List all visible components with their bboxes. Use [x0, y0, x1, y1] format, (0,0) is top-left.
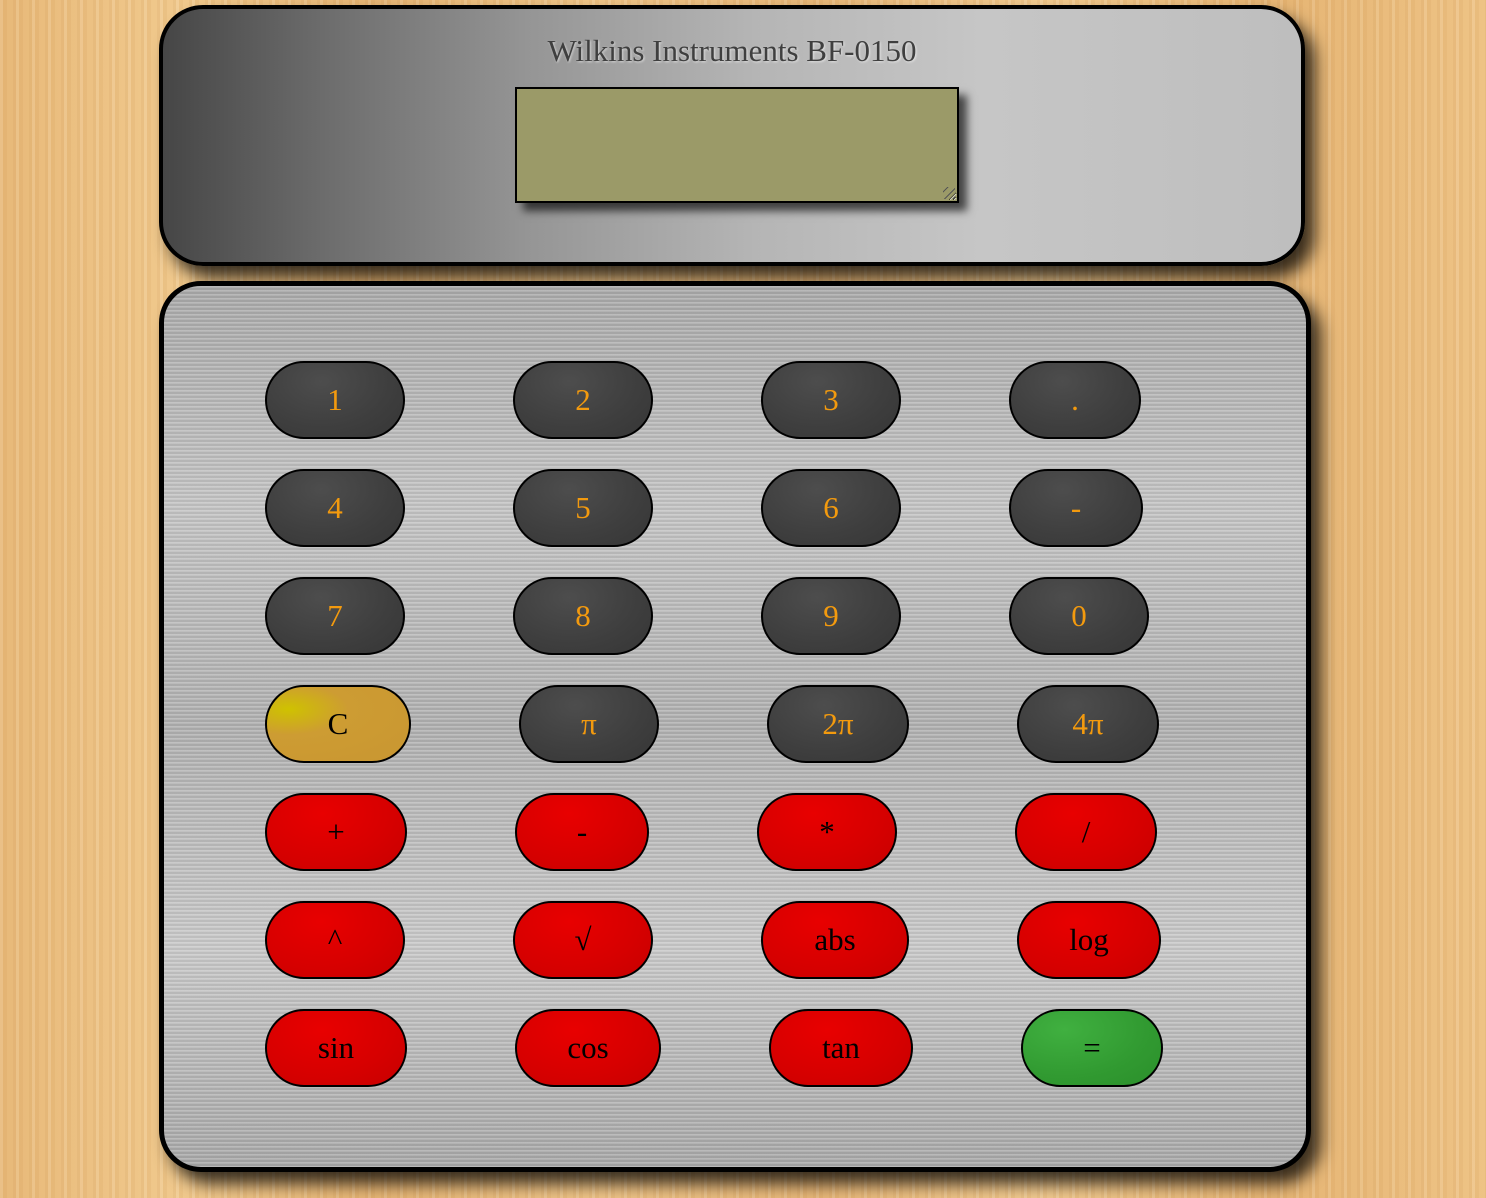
abs-button[interactable]: abs — [761, 901, 909, 979]
keypad-panel: 1 2 3 . 4 5 6 - 7 8 9 0 C π 2π 4π + - * … — [159, 281, 1311, 1172]
key-4pi[interactable]: 4π — [1017, 685, 1159, 763]
key-6[interactable]: 6 — [761, 469, 901, 547]
clear-button[interactable]: C — [265, 685, 411, 763]
key-7[interactable]: 7 — [265, 577, 405, 655]
key-8[interactable]: 8 — [513, 577, 653, 655]
key-1[interactable]: 1 — [265, 361, 405, 439]
sqrt-button[interactable]: √ — [513, 901, 653, 979]
divide-button[interactable]: / — [1015, 793, 1157, 871]
cos-button[interactable]: cos — [515, 1009, 661, 1087]
power-button[interactable]: ^ — [265, 901, 405, 979]
key-0[interactable]: 0 — [1009, 577, 1149, 655]
key-5[interactable]: 5 — [513, 469, 653, 547]
key-4[interactable]: 4 — [265, 469, 405, 547]
key-pi[interactable]: π — [519, 685, 659, 763]
add-button[interactable]: + — [265, 793, 407, 871]
log-button[interactable]: log — [1017, 901, 1161, 979]
key-2pi[interactable]: 2π — [767, 685, 909, 763]
key-3[interactable]: 3 — [761, 361, 901, 439]
key-negative[interactable]: - — [1009, 469, 1143, 547]
tan-button[interactable]: tan — [769, 1009, 913, 1087]
display-screen[interactable] — [515, 87, 959, 203]
resize-grip-icon[interactable] — [943, 187, 955, 199]
model-title: Wilkins Instruments BF-0150 — [547, 33, 917, 68]
sin-button[interactable]: sin — [265, 1009, 407, 1087]
key-decimal[interactable]: . — [1009, 361, 1141, 439]
subtract-button[interactable]: - — [515, 793, 649, 871]
multiply-button[interactable]: * — [757, 793, 897, 871]
key-2[interactable]: 2 — [513, 361, 653, 439]
equals-button[interactable]: = — [1021, 1009, 1163, 1087]
key-9[interactable]: 9 — [761, 577, 901, 655]
calculator-header-panel: Wilkins Instruments BF-0150 — [159, 5, 1305, 266]
